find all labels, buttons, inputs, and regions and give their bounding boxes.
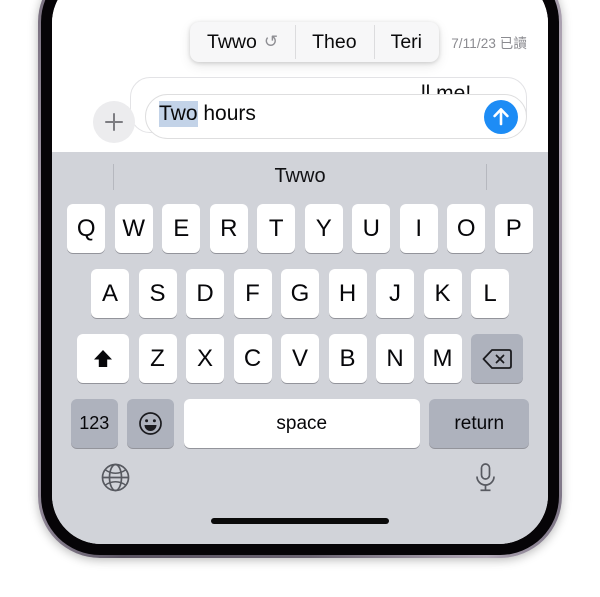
autocorrect-suggestion-bar[interactable]: Twwo ↺ Theo Teri [190, 22, 439, 62]
key-v[interactable]: V [281, 334, 319, 383]
key-g[interactable]: G [281, 269, 319, 318]
autocorrect-option-1[interactable]: Theo [295, 22, 373, 62]
phone-screen: 7/11/23 已讀 ll me! Two hours [52, 0, 548, 544]
predictive-word[interactable]: Twwo [52, 165, 548, 188]
dictation-key[interactable] [464, 456, 506, 498]
keyboard-row-1: Q W E R T Y U I O P [52, 204, 548, 253]
globe-key[interactable] [94, 456, 136, 498]
space-key[interactable]: space [183, 399, 420, 448]
key-e[interactable]: E [162, 204, 201, 253]
key-w[interactable]: W [114, 204, 153, 253]
globe-language-icon [101, 463, 129, 491]
shift-arrow-up-icon [94, 349, 112, 367]
key-u[interactable]: U [352, 204, 391, 253]
autocorrect-option-0-label: Twwo [207, 30, 257, 53]
backspace-delete-icon [482, 348, 512, 369]
key-i[interactable]: I [399, 204, 438, 253]
key-b[interactable]: B [328, 334, 367, 383]
keyboard-row-2: A S D F G H J K L [52, 269, 548, 318]
autocorrect-option-0[interactable]: Twwo ↺ [190, 22, 295, 62]
predictive-divider-right [486, 164, 487, 190]
conversation-area: 7/11/23 已讀 ll me! Two hours [52, 0, 548, 152]
keyboard-bottom-bar [52, 452, 548, 508]
key-t[interactable]: T [257, 204, 296, 253]
keyboard-row-4: 123 space return [52, 399, 548, 448]
autocorrect-option-2[interactable]: Teri [373, 22, 439, 62]
home-indicator [211, 518, 389, 524]
key-s[interactable]: S [138, 269, 177, 318]
message-input-field[interactable]: Two hours [145, 94, 527, 139]
backspace-key[interactable] [471, 334, 523, 383]
key-c[interactable]: C [233, 334, 272, 383]
autocorrect-option-2-label: Teri [390, 30, 422, 53]
key-l[interactable]: L [471, 269, 509, 318]
onscreen-keyboard: Twwo Q W E R T Y U I O P A S D F G H J K… [52, 152, 548, 544]
compose-rest-text: hours [197, 102, 256, 125]
send-arrow-up-icon [493, 108, 509, 126]
plus-icon[interactable] [93, 101, 135, 143]
emoji-key[interactable] [127, 399, 175, 448]
compose-text: Two hours [159, 101, 256, 127]
key-m[interactable]: M [423, 334, 462, 383]
read-receipt-timestamp: 7/11/23 已讀 [451, 36, 527, 51]
key-d[interactable]: D [186, 269, 224, 318]
emoji-smiley-icon [139, 412, 163, 435]
phone-frame: 7/11/23 已讀 ll me! Two hours [38, 0, 562, 558]
key-q[interactable]: Q [67, 204, 106, 253]
key-h[interactable]: H [328, 269, 367, 318]
phone-bezel: 7/11/23 已讀 ll me! Two hours [41, 0, 559, 555]
key-p[interactable]: P [494, 204, 533, 253]
revert-undo-icon[interactable]: ↺ [264, 33, 278, 50]
selected-word: Two [159, 101, 198, 127]
key-j[interactable]: J [376, 269, 414, 318]
key-x[interactable]: X [186, 334, 224, 383]
autocorrect-option-1-label: Theo [312, 30, 357, 53]
key-n[interactable]: N [376, 334, 414, 383]
shift-key[interactable] [77, 334, 129, 383]
key-a[interactable]: A [91, 269, 129, 318]
key-o[interactable]: O [447, 204, 486, 253]
numeric-switch-key[interactable]: 123 [70, 399, 118, 448]
return-key[interactable]: return [429, 399, 530, 448]
compose-row: Two hours [52, 94, 548, 152]
keyboard-row-3: Z X C V B N M [52, 334, 548, 383]
key-f[interactable]: F [233, 269, 272, 318]
key-r[interactable]: R [209, 204, 248, 253]
send-button[interactable] [484, 100, 518, 134]
key-k[interactable]: K [423, 269, 462, 318]
key-z[interactable]: Z [138, 334, 177, 383]
predictive-text-strip[interactable]: Twwo [52, 152, 548, 202]
microphone-dictation-icon [475, 462, 495, 491]
key-y[interactable]: Y [304, 204, 343, 253]
